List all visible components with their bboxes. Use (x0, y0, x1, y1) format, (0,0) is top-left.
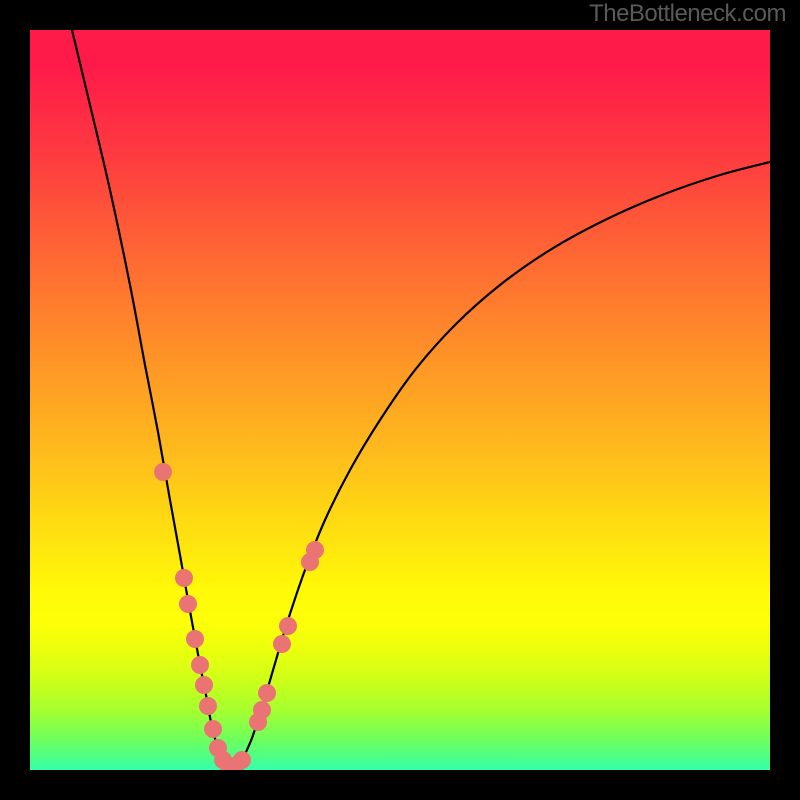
data-marker (199, 697, 217, 715)
data-marker (253, 701, 271, 719)
data-marker (186, 630, 204, 648)
chart-frame (30, 30, 770, 770)
data-marker (179, 595, 197, 613)
data-marker (175, 569, 193, 587)
data-marker (195, 676, 213, 694)
watermark-text: TheBottleneck.com (589, 0, 786, 28)
data-marker (258, 684, 276, 702)
data-marker (306, 541, 324, 559)
data-marker (191, 656, 209, 674)
data-marker (279, 617, 297, 635)
curve-left-branch (72, 30, 230, 767)
data-marker (154, 463, 172, 481)
data-marker (233, 751, 251, 769)
curve-markers (154, 463, 324, 770)
data-marker (204, 720, 222, 738)
chart-svg (30, 30, 770, 770)
curve-right-branch (230, 162, 770, 767)
data-marker (273, 635, 291, 653)
